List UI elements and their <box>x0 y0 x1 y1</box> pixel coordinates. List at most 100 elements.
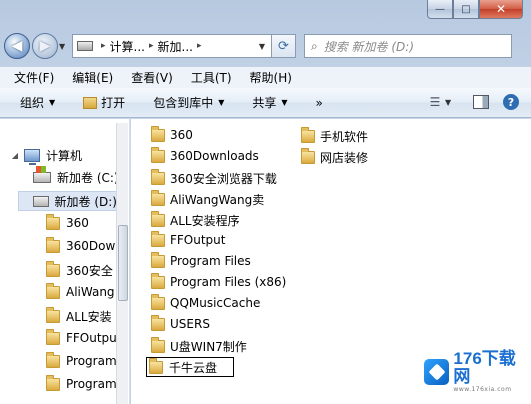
folder-item[interactable]: FFOutput <box>151 230 226 247</box>
folder-name: 手机软件 <box>320 130 369 144</box>
caption-buttons: — □ ✕ <box>427 0 523 20</box>
folder-icon <box>46 374 60 391</box>
sidebar-folder[interactable]: FFOutpu <box>46 328 117 345</box>
folder-item[interactable]: Program Files (x86) <box>151 272 287 289</box>
sidebar-item-drive-c[interactable]: 新加卷 (C:) <box>33 166 119 186</box>
sidebar-item-label: 新加卷 (C:) <box>57 171 119 185</box>
address-dropdown-icon[interactable]: ▼ <box>259 42 265 51</box>
folder-item[interactable]: 360 <box>151 125 193 142</box>
folder-icon <box>46 307 60 323</box>
view-dropdown-icon[interactable]: ▼ <box>445 98 455 107</box>
sidebar-folder[interactable]: 360 <box>46 213 89 230</box>
menu-file[interactable]: 文件(F) <box>14 69 54 86</box>
explorer-window: — □ ✕ ◀ ▶ ▼ ▸ 计算... ▸ 新加... ▸ ▼ ⟳ ⌕ 搜索 新… <box>0 0 531 404</box>
breadcrumb-separator: ▸ <box>148 41 154 51</box>
watermark-logo-icon <box>424 358 450 385</box>
sidebar-folder[interactable]: ALL安装 <box>46 307 112 325</box>
folder-name: AliWangWang卖 <box>170 193 265 207</box>
recent-pages-dropdown[interactable]: ▼ <box>59 42 69 51</box>
folder-item[interactable]: U盘WIN7制作 <box>151 337 247 355</box>
sidebar-item-label: 计算机 <box>46 149 83 163</box>
folder-icon <box>151 190 165 206</box>
view-options-icon[interactable]: ☰ <box>426 95 444 109</box>
sidebar-folder[interactable]: Program <box>46 374 117 391</box>
share-button[interactable]: 共享 ▼ <box>252 94 287 111</box>
sidebar-folder[interactable]: Program <box>46 351 117 368</box>
folder-name: FFOutput <box>170 233 226 247</box>
sidebar-item-label: FFOutpu <box>66 331 117 345</box>
folder-item[interactable]: 360安全浏览器下载 <box>151 169 277 187</box>
minimize-button[interactable]: — <box>427 0 453 19</box>
folder-icon <box>151 146 165 163</box>
folder-icon <box>151 337 165 353</box>
folder-item[interactable]: USERS <box>151 314 210 331</box>
forward-arrow-icon[interactable]: ▶ <box>32 33 58 59</box>
drive-icon <box>33 195 49 207</box>
folder-item[interactable]: 手机软件 <box>301 127 369 145</box>
system-drive-icon <box>33 166 51 183</box>
watermark-title: 176下载网 <box>453 349 516 386</box>
folder-name: USERS <box>170 317 210 331</box>
sidebar-item-label: Program <box>66 377 117 391</box>
more-label: » <box>315 95 323 110</box>
menu-edit[interactable]: 编辑(E) <box>72 69 113 86</box>
preview-pane-icon[interactable] <box>473 95 489 109</box>
refresh-icon[interactable]: ⟳ <box>272 34 296 58</box>
sidebar-scrollbar[interactable] <box>116 123 128 404</box>
sidebar-item-label: AliWang <box>66 285 115 299</box>
share-label: 共享 <box>252 96 277 110</box>
chevron-down-icon: ▼ <box>49 98 56 107</box>
folder-icon <box>46 213 60 230</box>
menu-tools[interactable]: 工具(T) <box>191 69 232 86</box>
open-icon <box>83 96 98 109</box>
folder-item[interactable]: Program Files <box>151 251 251 268</box>
folder-name: 360 <box>170 128 193 142</box>
breadcrumb-separator: ▸ <box>101 41 106 51</box>
folder-icon <box>151 293 165 310</box>
folder-icon <box>149 357 163 374</box>
folder-item[interactable]: QQMusicCache <box>151 293 261 310</box>
more-commands-button[interactable]: » <box>316 96 323 110</box>
folder-item[interactable]: 360Downloads <box>151 146 259 163</box>
folder-icon <box>301 148 315 164</box>
folder-item[interactable]: 网店装修 <box>301 148 368 166</box>
breadcrumb-drive[interactable]: 新加... <box>158 38 193 55</box>
folder-icon <box>46 282 60 299</box>
breadcrumb-computer[interactable]: 计算... <box>110 38 145 55</box>
menu-bar: 文件(F) 编辑(E) 查看(V) 工具(T) 帮助(H) <box>0 66 531 88</box>
folder-icon <box>46 328 60 345</box>
sidebar-folder[interactable]: 360安全 <box>46 261 113 279</box>
folder-item[interactable]: ALL安装程序 <box>151 211 240 229</box>
close-button[interactable]: ✕ <box>479 0 523 19</box>
folder-name: 360安全浏览器下载 <box>170 172 277 186</box>
drive-icon <box>77 41 93 51</box>
include-in-library-button[interactable]: 包含到库中 ▼ <box>153 94 224 111</box>
expand-arrow-icon[interactable]: ◢ <box>10 151 20 160</box>
folder-item[interactable]: AliWangWang卖 <box>151 190 265 208</box>
folder-icon <box>46 351 60 368</box>
folder-icon <box>151 169 165 185</box>
chevron-down-icon: ▼ <box>218 98 225 107</box>
address-bar[interactable]: ▸ 计算... ▸ 新加... ▸ ▼ <box>72 34 272 58</box>
rename-folder-item[interactable] <box>146 357 234 377</box>
scrollbar-thumb[interactable] <box>118 225 128 301</box>
folder-name: QQMusicCache <box>170 296 261 310</box>
organize-button[interactable]: 组织 ▼ <box>20 94 55 111</box>
sidebar-folder[interactable]: AliWang <box>46 282 115 299</box>
open-button[interactable]: 打开 <box>83 94 125 111</box>
folder-name: Program Files (x86) <box>170 275 287 289</box>
watermark-url: www.176xia.com <box>453 386 512 393</box>
folder-name: U盘WIN7制作 <box>170 340 247 354</box>
maximize-button[interactable]: □ <box>453 0 479 19</box>
rename-input[interactable] <box>169 360 231 374</box>
help-icon[interactable]: ? <box>503 94 519 110</box>
search-input[interactable]: ⌕ 搜索 新加卷 (D:) <box>304 34 512 58</box>
folder-icon <box>46 261 60 277</box>
open-label: 打开 <box>101 96 126 110</box>
menu-view[interactable]: 查看(V) <box>131 69 173 86</box>
sidebar-folder[interactable]: 360Dow <box>46 236 115 253</box>
menu-help[interactable]: 帮助(H) <box>250 69 292 86</box>
back-arrow-icon[interactable]: ◀ <box>4 33 30 59</box>
sidebar-item-computer[interactable]: ◢ 计算机 <box>10 147 83 165</box>
sidebar-item-drive-d[interactable]: 新加卷 (D:) <box>18 191 118 211</box>
